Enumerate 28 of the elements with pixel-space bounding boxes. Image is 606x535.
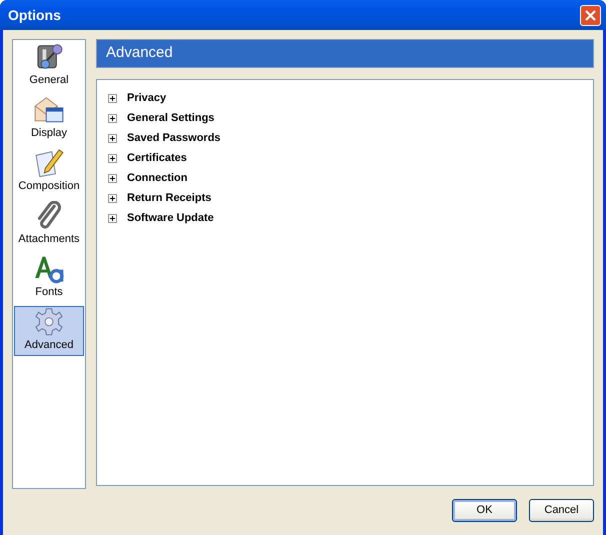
tree-item[interactable]: Return Receipts (127, 190, 212, 206)
tree-item[interactable]: Saved Passwords (127, 130, 221, 146)
expander-icon[interactable] (108, 194, 117, 202)
expander-icon[interactable] (108, 134, 117, 142)
close-button[interactable] (580, 4, 601, 26)
close-icon (585, 10, 596, 20)
expander-icon[interactable] (108, 214, 117, 222)
expander-icon[interactable] (108, 174, 117, 182)
window-title: Options (7, 6, 61, 25)
envelope-window-icon (32, 95, 66, 124)
expander-icon[interactable] (108, 114, 117, 122)
cancel-button[interactable]: Cancel (529, 499, 594, 522)
expander-icon[interactable] (108, 94, 117, 102)
tree-item[interactable]: Privacy (127, 90, 166, 106)
tree-item[interactable]: Connection (127, 170, 188, 186)
tree-item[interactable]: Software Update (127, 210, 214, 226)
letters-icon (32, 254, 66, 284)
sidebar-item[interactable]: Fonts (14, 253, 84, 303)
sidebar-item[interactable]: Attachments (14, 200, 84, 250)
sidebar-item[interactable]: Display (14, 94, 84, 144)
sidebar-item[interactable]: Advanced (14, 306, 84, 356)
sidebar-item[interactable]: Composition (14, 147, 84, 197)
ok-button[interactable]: OK (452, 499, 517, 522)
tree-item[interactable]: General Settings (127, 110, 214, 126)
panel-header: Advanced (96, 39, 594, 68)
tree-item[interactable]: Certificates (127, 150, 187, 166)
sidebar-item[interactable]: General (14, 41, 84, 91)
expander-icon[interactable] (108, 154, 117, 162)
